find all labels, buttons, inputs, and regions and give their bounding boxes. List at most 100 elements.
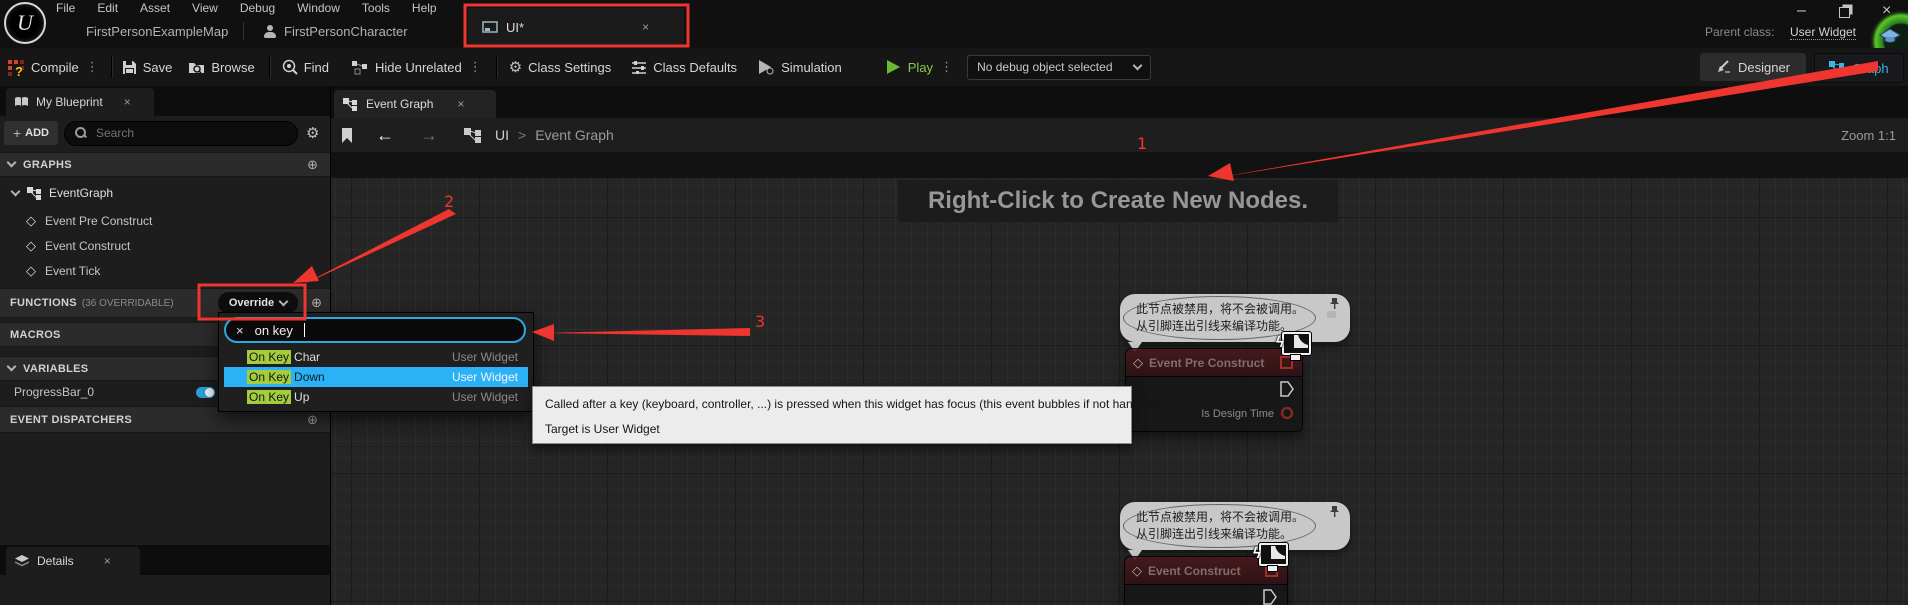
- add-search-row: + ADD ⚙: [0, 116, 330, 150]
- add-function-icon[interactable]: ⊕: [311, 295, 322, 311]
- graph-label: Graph: [1852, 61, 1888, 76]
- tab-details-close-icon[interactable]: ×: [104, 554, 111, 568]
- compile-status-badge: ?: [15, 64, 23, 79]
- menu-tools[interactable]: Tools: [362, 1, 390, 15]
- item-event-construct[interactable]: ◇ Event Construct: [0, 235, 330, 257]
- override-option-onkeychar[interactable]: On Key Char User Widget: [224, 347, 528, 367]
- plus-icon: +: [13, 125, 21, 141]
- override-option-onkeydown-selected[interactable]: On Key Down User Widget: [224, 367, 528, 387]
- layers-icon: [15, 555, 29, 567]
- pin-icon[interactable]: [1329, 505, 1340, 518]
- pin-icon[interactable]: [1329, 297, 1340, 310]
- bubble-mini-icon: [1327, 311, 1336, 318]
- parent-class-link[interactable]: User Widget: [1790, 25, 1856, 40]
- section-functions-label: FUNCTIONS: [10, 297, 77, 309]
- simulation-button[interactable]: Simulation: [757, 59, 842, 75]
- window-maximize-button[interactable]: [1839, 7, 1850, 18]
- tab-event-graph-close-icon[interactable]: ×: [457, 97, 464, 111]
- debug-object-dropdown[interactable]: No debug object selected: [967, 55, 1151, 80]
- tab-my-blueprint-close-icon[interactable]: ×: [124, 95, 131, 109]
- event-graph-tab-icon: [343, 98, 358, 111]
- override-search-box[interactable]: ×: [224, 317, 526, 343]
- lightning-icon: ϟ: [1253, 545, 1261, 562]
- nav-forward-icon[interactable]: →: [420, 125, 438, 146]
- graph-viewport[interactable]: Right-Click to Create New Nodes. 此节点被禁用，…: [331, 152, 1908, 605]
- doc-tab-character-label: FirstPersonCharacter: [284, 24, 408, 39]
- menu-asset[interactable]: Asset: [140, 1, 170, 15]
- override-dropdown[interactable]: Override: [218, 292, 298, 314]
- graph-button[interactable]: Graph: [1814, 53, 1904, 83]
- node-event-pre-construct-header[interactable]: ◇ Event Pre Construct: [1126, 349, 1302, 377]
- menu-edit[interactable]: Edit: [97, 1, 118, 15]
- doc-tab-map[interactable]: FirstPersonExampleMap: [86, 18, 228, 44]
- details-tabstrip: Details ×: [0, 545, 330, 575]
- panel-settings-gear-icon[interactable]: ⚙: [306, 124, 319, 142]
- add-button[interactable]: + ADD: [4, 121, 58, 145]
- item-event-pre-construct[interactable]: ◇ Event Pre Construct: [0, 210, 330, 232]
- menu-help[interactable]: Help: [412, 1, 437, 15]
- override-function-popup: × On Key Char User Widget On Key Down Us…: [218, 312, 534, 412]
- graph-icon: [1829, 61, 1845, 75]
- window-minimize-button[interactable]: –: [1797, 2, 1806, 20]
- menu-debug[interactable]: Debug: [240, 1, 275, 15]
- doc-tab-ui[interactable]: UI* ×: [468, 8, 684, 46]
- find-button[interactable]: Find: [282, 59, 329, 75]
- compile-options-icon[interactable]: ⋮: [86, 59, 99, 75]
- doc-tab-ui-close-icon[interactable]: ×: [642, 20, 649, 34]
- section-graphs[interactable]: GRAPHS ⊕: [0, 152, 330, 177]
- tab-my-blueprint[interactable]: My Blueprint ×: [6, 88, 154, 116]
- add-dispatcher-icon[interactable]: ⊕: [307, 412, 318, 428]
- item-event-graph-label: EventGraph: [49, 186, 113, 200]
- add-graph-icon[interactable]: ⊕: [307, 157, 318, 173]
- breadcrumb-root[interactable]: UI: [495, 127, 509, 143]
- menu-window[interactable]: Window: [297, 1, 340, 15]
- hide-unrelated-label: Hide Unrelated: [375, 60, 462, 75]
- designer-label: Designer: [1738, 60, 1790, 75]
- person-icon: [264, 25, 276, 38]
- browse-button[interactable]: Browse: [188, 60, 254, 75]
- bubble-text-line1: 此节点被禁用，将不会被调用。: [1136, 301, 1304, 317]
- clear-search-icon[interactable]: ×: [236, 323, 244, 338]
- menu-file[interactable]: File: [56, 1, 75, 15]
- unreal-logo-icon[interactable]: U: [4, 2, 46, 44]
- bookmark-icon[interactable]: [341, 127, 354, 144]
- variable-visibility-toggle[interactable]: [196, 387, 215, 398]
- browse-icon: [188, 60, 205, 74]
- class-settings-button[interactable]: ⚙ Class Settings: [509, 58, 612, 76]
- node-event-pre-construct[interactable]: ◇ Event Pre Construct Is Design Time: [1125, 348, 1303, 432]
- override-option-onkeyup[interactable]: On Key Up User Widget: [224, 387, 528, 407]
- doc-tab-character[interactable]: FirstPersonCharacter: [264, 18, 408, 44]
- node-event-pre-construct-title: Event Pre Construct: [1149, 356, 1264, 370]
- lightning-icon: ϟ: [1276, 334, 1284, 351]
- widget-icon: [482, 20, 498, 34]
- graph-empty-hint-text: Right-Click to Create New Nodes.: [928, 187, 1308, 215]
- nav-back-icon[interactable]: ←: [376, 125, 394, 146]
- browse-label: Browse: [211, 60, 254, 75]
- exec-output-pin[interactable]: [1263, 589, 1277, 605]
- simulation-label: Simulation: [781, 60, 842, 75]
- exec-output-pin[interactable]: [1280, 381, 1294, 397]
- save-button[interactable]: Save: [122, 60, 173, 75]
- blueprint-search-box[interactable]: [64, 121, 298, 146]
- item-event-graph[interactable]: EventGraph: [0, 182, 330, 204]
- class-settings-gear-icon: ⚙: [509, 58, 522, 76]
- designer-button[interactable]: Designer: [1700, 53, 1806, 81]
- hide-unrelated-options-icon[interactable]: ⋮: [469, 59, 482, 75]
- play-button[interactable]: Play ⋮: [886, 59, 953, 75]
- compile-button[interactable]: ? Compile ⋮: [8, 59, 99, 75]
- blueprint-search-input[interactable]: [94, 125, 248, 141]
- graph-nav-bar: ← → UI > Event Graph Zoom 1:1: [331, 118, 1908, 153]
- menu-view[interactable]: View: [192, 1, 218, 15]
- tooltip-target: Target is User Widget: [545, 422, 660, 436]
- hide-unrelated-button[interactable]: Hide Unrelated ⋮: [351, 59, 482, 75]
- item-event-tick[interactable]: ◇ Event Tick: [0, 260, 330, 282]
- bool-output-pin[interactable]: [1280, 406, 1294, 420]
- override-search-input[interactable]: [253, 322, 457, 339]
- class-defaults-button[interactable]: Class Defaults: [631, 60, 737, 75]
- tab-event-graph[interactable]: Event Graph ×: [334, 90, 496, 118]
- search-icon: [75, 127, 87, 139]
- play-options-icon[interactable]: ⋮: [940, 59, 953, 75]
- compile-label: Compile: [31, 60, 79, 75]
- tab-details[interactable]: Details ×: [6, 547, 140, 575]
- annotation-step-2: 2: [444, 192, 454, 211]
